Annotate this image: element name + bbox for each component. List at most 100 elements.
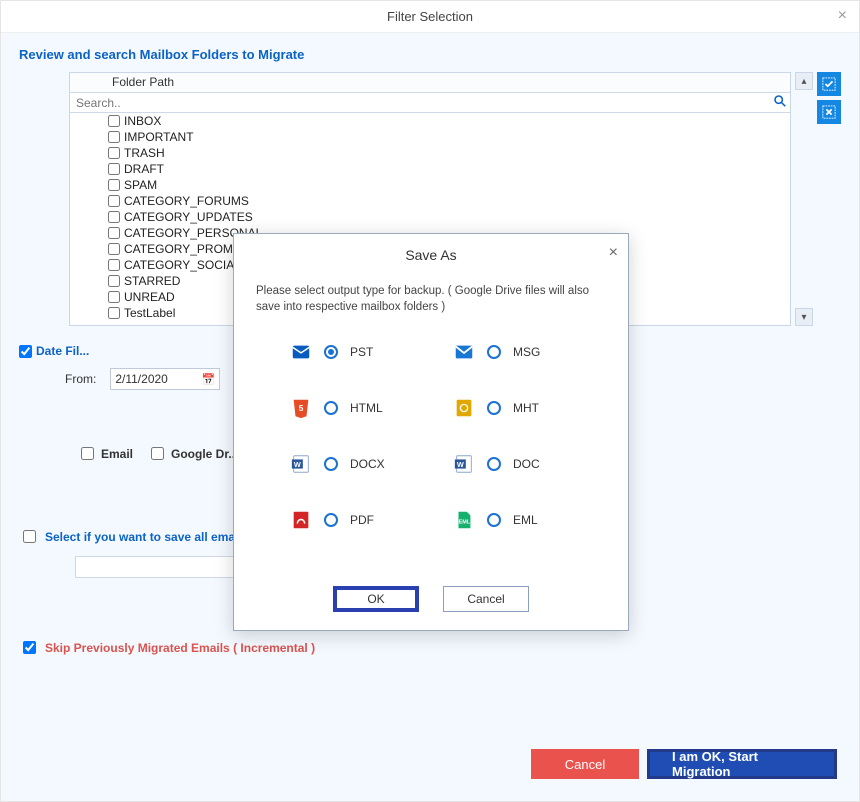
format-label: HTML xyxy=(350,401,383,415)
tree-item-label: CATEGORY_SOCIAL xyxy=(124,258,241,272)
tree-item-checkbox[interactable] xyxy=(108,179,120,191)
svg-text:W: W xyxy=(294,460,301,469)
tree-item-label: CATEGORY_FORUMS xyxy=(124,194,249,208)
tree-item-checkbox[interactable] xyxy=(108,195,120,207)
tree-item[interactable]: INBOX xyxy=(108,113,790,129)
pst-icon xyxy=(290,341,312,363)
side-action-buttons xyxy=(817,72,841,326)
format-option-html[interactable]: 5 HTML xyxy=(290,397,433,419)
format-radio-pst[interactable] xyxy=(324,345,338,359)
check-all-button[interactable] xyxy=(817,72,841,96)
date-filter-label: Date Fil... xyxy=(36,344,89,358)
format-option-pst[interactable]: PST xyxy=(290,341,433,363)
scroll-down-button[interactable]: ▾ xyxy=(795,308,813,326)
dialog-ok-button[interactable]: OK xyxy=(333,586,419,612)
format-label: DOC xyxy=(513,457,540,471)
tree-item-checkbox[interactable] xyxy=(108,131,120,143)
tree-item[interactable]: TRASH xyxy=(108,145,790,161)
tree-item-label: STARRED xyxy=(124,274,180,288)
google-drive-checkbox[interactable] xyxy=(151,447,164,460)
format-radio-pdf[interactable] xyxy=(324,513,338,527)
titlebar: Filter Selection × xyxy=(1,1,859,33)
tree-item-checkbox[interactable] xyxy=(108,147,120,159)
tree-item[interactable]: SPAM xyxy=(108,177,790,193)
svg-text:W: W xyxy=(457,460,464,469)
save-all-checkbox[interactable] xyxy=(23,530,36,543)
bottom-button-row: Cancel I am OK, Start Migration xyxy=(531,749,837,779)
format-radio-docx[interactable] xyxy=(324,457,338,471)
msg-icon xyxy=(453,341,475,363)
mht-icon xyxy=(453,397,475,419)
format-radio-eml[interactable] xyxy=(487,513,501,527)
save-as-dialog: Save As × Please select output type for … xyxy=(233,233,629,631)
format-option-pdf[interactable]: PDF xyxy=(290,509,433,531)
calendar-icon: 📅 xyxy=(202,373,216,386)
tree-item-label: CATEGORY_UPDATES xyxy=(124,210,253,224)
dialog-description: Please select output type for backup. ( … xyxy=(234,276,628,321)
format-option-msg[interactable]: MSG xyxy=(453,341,596,363)
section-heading: Review and search Mailbox Folders to Mig… xyxy=(19,47,841,62)
format-radio-doc[interactable] xyxy=(487,457,501,471)
tree-item-label: SPAM xyxy=(124,178,157,192)
tree-item-checkbox[interactable] xyxy=(108,115,120,127)
tree-item-checkbox[interactable] xyxy=(108,259,120,271)
email-checkbox[interactable] xyxy=(81,447,94,460)
dialog-title: Save As xyxy=(405,247,456,263)
tree-item-checkbox[interactable] xyxy=(108,163,120,175)
start-migration-button[interactable]: I am OK, Start Migration xyxy=(647,749,837,779)
cancel-button[interactable]: Cancel xyxy=(531,749,639,779)
format-radio-msg[interactable] xyxy=(487,345,501,359)
tree-item-checkbox[interactable] xyxy=(108,307,120,319)
format-label: MHT xyxy=(513,401,539,415)
tree-item-label: IMPORTANT xyxy=(124,130,194,144)
tree-item[interactable]: DRAFT xyxy=(108,161,790,177)
doc-icon: W xyxy=(453,453,475,475)
tree-item-label: INBOX xyxy=(124,114,161,128)
search-icon[interactable] xyxy=(770,94,790,111)
content-area: Review and search Mailbox Folders to Mig… xyxy=(1,33,859,801)
docx-icon: W xyxy=(290,453,312,475)
svg-text:EML: EML xyxy=(459,520,471,526)
html-icon: 5 xyxy=(290,397,312,419)
format-label: DOCX xyxy=(350,457,385,471)
window-close-button[interactable]: × xyxy=(838,7,847,25)
skip-row: Skip Previously Migrated Emails ( Increm… xyxy=(19,638,841,657)
eml-icon: EML xyxy=(453,509,475,531)
tree-item-checkbox[interactable] xyxy=(108,243,120,255)
format-radio-html[interactable] xyxy=(324,401,338,415)
skip-label: Skip Previously Migrated Emails ( Increm… xyxy=(45,641,315,655)
tree-scrollbar: ▴ ▾ xyxy=(795,72,813,326)
date-from-label: From: xyxy=(65,372,96,386)
scroll-up-button[interactable]: ▴ xyxy=(795,72,813,90)
format-radio-mht[interactable] xyxy=(487,401,501,415)
google-drive-label: Google Dr... xyxy=(171,447,238,461)
uncheck-all-button[interactable] xyxy=(817,100,841,124)
dialog-close-button[interactable]: × xyxy=(609,244,618,262)
date-from-value: 2/11/2020 xyxy=(115,372,168,386)
tree-item-checkbox[interactable] xyxy=(108,211,120,223)
tree-search-row xyxy=(70,93,790,113)
email-label: Email xyxy=(101,447,133,461)
window-title: Filter Selection xyxy=(387,9,473,24)
tree-item[interactable]: CATEGORY_UPDATES xyxy=(108,209,790,225)
format-label: PDF xyxy=(350,513,374,527)
format-grid: PST MSG 5 HTML MHT W DOCX W DOC PDF EMLEML xyxy=(234,321,628,541)
tree-item[interactable]: IMPORTANT xyxy=(108,129,790,145)
tree-item-checkbox[interactable] xyxy=(108,227,120,239)
skip-checkbox[interactable] xyxy=(23,641,36,654)
search-input[interactable] xyxy=(70,94,770,112)
tree-item-checkbox[interactable] xyxy=(108,275,120,287)
tree-item-label: DRAFT xyxy=(124,162,164,176)
pdf-icon xyxy=(290,509,312,531)
format-option-docx[interactable]: W DOCX xyxy=(290,453,433,475)
tree-item-label: TestLabel xyxy=(124,306,175,320)
dialog-cancel-button[interactable]: Cancel xyxy=(443,586,529,612)
tree-item[interactable]: CATEGORY_FORUMS xyxy=(108,193,790,209)
tree-item-checkbox[interactable] xyxy=(108,291,120,303)
date-filter-checkbox[interactable] xyxy=(19,345,32,358)
format-option-doc[interactable]: W DOC xyxy=(453,453,596,475)
date-from-input[interactable]: 2/11/2020 📅 xyxy=(110,368,220,390)
dialog-titlebar: Save As × xyxy=(234,234,628,276)
format-option-eml[interactable]: EMLEML xyxy=(453,509,596,531)
format-option-mht[interactable]: MHT xyxy=(453,397,596,419)
